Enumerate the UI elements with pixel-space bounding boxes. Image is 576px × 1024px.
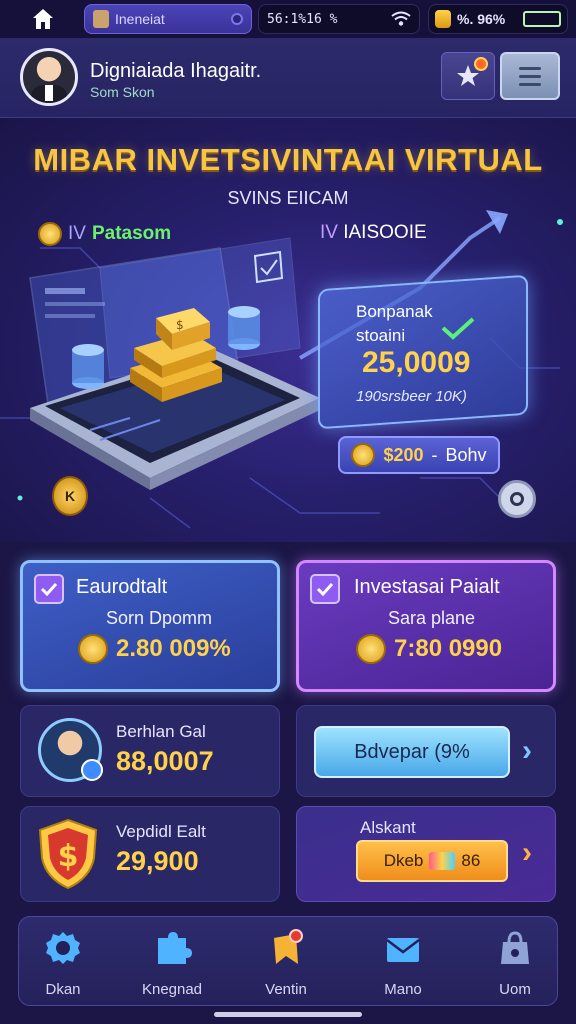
verified-badge-icon	[81, 759, 103, 781]
coin-icon	[78, 634, 108, 664]
nav-item-knegnad[interactable]: Knegnad	[122, 928, 222, 998]
profile-avatar	[38, 718, 103, 782]
chevron-right-icon[interactable]: ›	[522, 836, 532, 870]
investment-card-title: Investasai Paialt	[354, 576, 500, 598]
wallet-button-label: Dkeb	[383, 851, 424, 870]
investment-card-value-row: 7:80 0990	[356, 634, 502, 664]
browser-tab[interactable]: Ineneiat	[84, 4, 252, 34]
profit-card-value: 29,900	[116, 846, 199, 876]
home-icon[interactable]	[30, 6, 56, 32]
notification-badge	[474, 57, 488, 71]
portfolio-card-sub: Sorn Dpomm	[106, 608, 213, 628]
chevron-right-icon[interactable]: ›	[522, 734, 532, 768]
status-right-pill: %. 96%	[428, 4, 568, 34]
hero-stat-line1: Bonpanak	[356, 302, 433, 321]
svg-text:$: $	[58, 839, 79, 874]
hero-stat-value: 25,0009	[362, 346, 471, 379]
portfolio-card-value: 2.80 009%	[116, 635, 231, 662]
target-icon	[510, 492, 524, 506]
wifi-icon	[391, 11, 411, 26]
checkmark-icon	[441, 317, 475, 340]
status-time-text: 56:1%16 %	[267, 11, 338, 27]
svg-text:$: $	[176, 318, 184, 332]
hero-title: MIBAR INVETSIVINTAAI VIRTUAL	[33, 142, 543, 177]
nav-label: Uom	[499, 981, 531, 998]
menu-icon-bar	[519, 82, 541, 86]
puzzle-icon	[158, 932, 192, 964]
bookmark-icon	[274, 929, 303, 964]
investment-card-value: 7:80 0990	[394, 635, 503, 662]
user-name: Digniaiada Ihagaitr.	[90, 60, 262, 82]
menu-button[interactable]	[500, 52, 560, 100]
hero-stat-line2: stoaini	[356, 326, 406, 345]
price-tag-icon: K	[52, 476, 88, 516]
menu-icon-bar	[519, 74, 541, 78]
nav-item-ventin[interactable]: Ventin	[236, 928, 336, 998]
balance-card-value: 88,0007	[116, 746, 214, 776]
wallet-button-suffix: 86	[461, 851, 481, 870]
balance-card-title: Berhlan Gal	[116, 722, 206, 741]
wallet-button[interactable]: Dkeb 86	[356, 840, 508, 882]
wallet-card-title: Alskant	[360, 818, 416, 837]
nav-label: Mano	[384, 981, 422, 998]
status-right-text: %. 96%	[457, 11, 506, 27]
tab-indicator-icon	[231, 13, 243, 25]
hero-tag-left: IV Patasom	[38, 222, 171, 246]
checkbox-icon[interactable]	[34, 574, 64, 604]
hero-tag-left-prefix: IV	[68, 223, 86, 244]
favorites-button[interactable]	[441, 52, 495, 100]
card-chip-icon	[429, 852, 456, 870]
gear-icon	[46, 932, 80, 964]
battery-icon	[523, 11, 561, 27]
reward-separator: -	[431, 444, 438, 465]
status-time-pill: 56:1%16 %	[258, 4, 420, 34]
profit-card-title: Vepdidl Ealt	[116, 822, 206, 841]
hero-tag-left-label: Patasom	[91, 223, 172, 244]
tab-favicon-icon	[93, 10, 109, 28]
bag-icon	[501, 931, 529, 964]
coin-icon	[38, 222, 62, 246]
nav-item-mano[interactable]: Mano	[353, 928, 453, 998]
price-tag-text: K	[64, 488, 76, 504]
portfolio-card-title: Eaurodtalt	[76, 576, 168, 598]
reward-label: Bohv	[445, 444, 487, 465]
coin-icon	[351, 443, 376, 467]
menu-icon-bar	[519, 66, 541, 70]
investment-card-sub: Sara plane	[388, 608, 476, 628]
avatar[interactable]	[20, 48, 78, 106]
hero-tag-right-prefix: IV	[320, 222, 338, 243]
nav-label: Ventin	[265, 981, 307, 998]
coin-icon	[356, 634, 386, 664]
envelope-icon	[386, 938, 420, 962]
hero-stat-footer: 190srsbeer 10K)	[356, 388, 467, 405]
user-subtitle: Som Skon	[90, 84, 155, 100]
hero-tag-right: IV IAISOOIE	[320, 222, 427, 244]
action-button[interactable]: Bdvepar (9%	[314, 726, 510, 778]
reward-amount: $200	[383, 444, 424, 465]
check-icon	[40, 582, 58, 596]
hero-tag-right-label: IAISOOIE	[343, 222, 427, 243]
dollar-shield-icon: $	[38, 818, 98, 890]
nav-label: Dkan	[45, 981, 81, 998]
tab-label: Ineneiat	[115, 11, 165, 27]
nav-item-uom[interactable]: Uom	[465, 928, 565, 998]
target-button[interactable]	[498, 480, 536, 518]
nav-label: Knegnad	[141, 981, 203, 998]
coin-icon	[435, 10, 451, 28]
hero-subtitle: SVINS EIICAM	[227, 188, 349, 208]
reward-button[interactable]: $200 - Bohv	[338, 436, 500, 474]
checkbox-icon[interactable]	[310, 574, 340, 604]
avatar-shirt	[45, 85, 53, 101]
portfolio-card-value-row: 2.80 009%	[78, 634, 231, 664]
home-indicator	[214, 1012, 362, 1017]
check-icon	[316, 582, 334, 596]
nav-item-dkan[interactable]: Dkan	[13, 928, 113, 998]
